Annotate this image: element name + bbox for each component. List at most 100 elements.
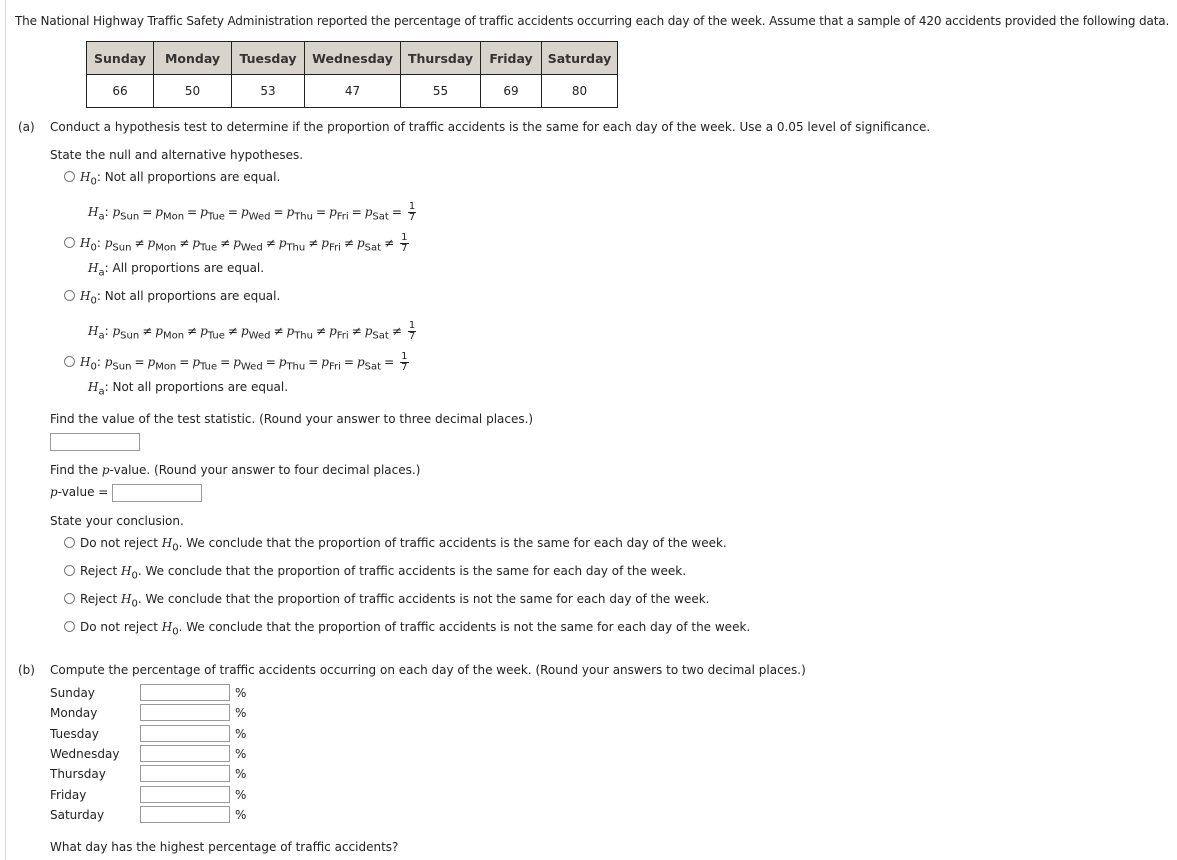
- day-subscript: Sat: [364, 361, 382, 373]
- radio-button[interactable]: [64, 621, 75, 632]
- p-symbol: p: [200, 324, 208, 338]
- percentage-input-tuesday[interactable]: [140, 724, 230, 742]
- operator-symbol: ≠: [187, 324, 198, 338]
- day-subscript: Wed: [240, 361, 263, 373]
- h-symbol: H: [88, 380, 99, 394]
- table-header-cell: Sunday: [86, 41, 154, 75]
- hypothesis-option-4[interactable]: H0: pSun = pMon = pTue = pWed = pThu = pFri = pSat = 1…: [64, 352, 409, 373]
- conclusion-option-4[interactable]: Do not reject H0. We conclude that the p…: [64, 620, 750, 637]
- h0-text: Not all proportions are equal.: [104, 289, 281, 303]
- radio-button[interactable]: [64, 565, 75, 576]
- operator-symbol: ≠: [273, 324, 284, 338]
- pvalue-input[interactable]: [112, 484, 202, 502]
- part-b-prompt: Compute the percentage of traffic accide…: [50, 663, 806, 677]
- p-symbol: p: [233, 236, 241, 250]
- fraction-denominator: 7: [401, 243, 408, 254]
- h-symbol: H: [80, 355, 91, 369]
- p-symbol: p: [200, 205, 208, 219]
- day-subscript: Tue: [207, 211, 225, 223]
- table-header-cell: Saturday: [541, 41, 618, 75]
- operator-symbol: ≠: [384, 236, 395, 250]
- percent-unit: %: [235, 807, 247, 822]
- test-statistic-input[interactable]: [50, 433, 140, 451]
- radio-button[interactable]: [64, 593, 75, 604]
- h-symbol: H: [80, 236, 91, 250]
- fraction-one-seventh: 17: [407, 202, 417, 223]
- percent-unit: %: [235, 767, 247, 782]
- conclusion-action: Do not reject: [80, 536, 158, 550]
- day-subscript: Tue: [200, 361, 218, 373]
- day-subscript: Sun: [112, 361, 132, 373]
- fraction-one-seventh: 17: [400, 233, 409, 254]
- conclusion-text: . We conclude that the proportion of tra…: [178, 620, 751, 634]
- operator-symbol: =: [316, 205, 327, 219]
- operator-symbol: ≠: [220, 236, 231, 250]
- day-label: Sunday: [50, 686, 95, 700]
- day-subscript: Fri: [336, 330, 349, 342]
- hypothesis-option-1[interactable]: H0: Not all proportions are equal.: [64, 170, 280, 187]
- day-subscript: Sat: [372, 211, 389, 223]
- h0-text: Not all proportions are equal.: [104, 170, 281, 184]
- percent-unit: %: [235, 787, 247, 802]
- radio-button[interactable]: [64, 537, 75, 548]
- percentage-input-wednesday[interactable]: [140, 744, 230, 762]
- day-subscript: Wed: [248, 211, 271, 223]
- h-symbol: H: [161, 536, 173, 550]
- conclusion-option-3[interactable]: Reject H0. We conclude that the proporti…: [64, 592, 709, 609]
- p-symbol: p: [233, 355, 241, 369]
- conclusion-option-1[interactable]: Do not reject H0. We conclude that the p…: [64, 536, 727, 553]
- percent-unit: %: [235, 706, 247, 721]
- operator-symbol: =: [220, 355, 231, 369]
- percentage-input-saturday[interactable]: [140, 805, 230, 823]
- h-symbol: H: [80, 289, 91, 303]
- table-cell: 50: [153, 74, 232, 108]
- radio-button[interactable]: [64, 356, 75, 367]
- day-label: Tuesday: [50, 726, 99, 741]
- p-symbol: p: [329, 205, 337, 219]
- p-symbol: p: [240, 324, 249, 338]
- accident-data-table: Sunday Monday Tuesday Wednesday Thursday…: [86, 41, 618, 108]
- p-symbol: p: [240, 205, 249, 219]
- radio-button[interactable]: [64, 237, 75, 248]
- day-subscript: Fri: [328, 242, 341, 254]
- day-subscript: Thu: [286, 361, 306, 373]
- operator-symbol: =: [391, 205, 402, 219]
- part-a-label: (a): [18, 120, 35, 134]
- table-row: 66 50 53 47 55 69 80: [86, 74, 618, 108]
- part-a-prompt: Conduct a hypothesis test to determine i…: [50, 120, 931, 134]
- pvalue-prompt: Find the p-value. (Round your answer to …: [50, 463, 420, 477]
- radio-button[interactable]: [64, 290, 75, 301]
- percentage-input-sunday[interactable]: [140, 684, 230, 701]
- day-subscript: Sun: [120, 330, 140, 342]
- operator-symbol: ≠: [134, 236, 145, 250]
- p-symbol: p: [155, 324, 163, 338]
- percentage-input-monday[interactable]: [140, 704, 230, 722]
- percentage-input-thursday[interactable]: [140, 765, 230, 783]
- operator-symbol: =: [134, 355, 145, 369]
- day-label: Monday: [50, 706, 98, 721]
- operator-symbol: ≠: [343, 236, 354, 250]
- day-subscript: Mon: [155, 361, 177, 373]
- table-header-cell: Monday: [153, 41, 232, 75]
- table-header-cell: Thursday: [400, 41, 481, 75]
- table-header-row: Sunday Monday Tuesday Wednesday Thursday…: [86, 41, 618, 75]
- operator-symbol: ≠: [391, 324, 402, 338]
- fraction-denominator: 7: [408, 331, 416, 342]
- percentage-input-friday[interactable]: [140, 785, 230, 803]
- alternative-hypothesis: Ha: All proportions are equal.: [88, 261, 264, 278]
- day-subscript: Mon: [155, 242, 177, 254]
- hypothesis-option-2[interactable]: H0: pSun ≠ pMon ≠ pTue ≠ pWed ≠ pThu ≠ pFri ≠ pSat ≠ 1…: [64, 233, 409, 254]
- hypothesis-option-3[interactable]: H0: Not all proportions are equal.: [64, 289, 280, 306]
- day-subscript: Wed: [240, 242, 263, 254]
- percent-unit: %: [235, 746, 247, 761]
- table-cell: 69: [480, 74, 542, 108]
- h-symbol: H: [88, 205, 99, 219]
- operator-symbol: =: [265, 355, 276, 369]
- p-symbol: p: [329, 324, 337, 338]
- conclusion-text: . We conclude that the proportion of tra…: [137, 564, 687, 578]
- radio-button[interactable]: [64, 171, 75, 182]
- day-subscript: Sun: [120, 211, 140, 223]
- conclusion-option-2[interactable]: Reject H0. We conclude that the proporti…: [64, 564, 686, 581]
- pvalue-label-post: -value =: [57, 485, 109, 499]
- day-label: Friday: [50, 787, 87, 802]
